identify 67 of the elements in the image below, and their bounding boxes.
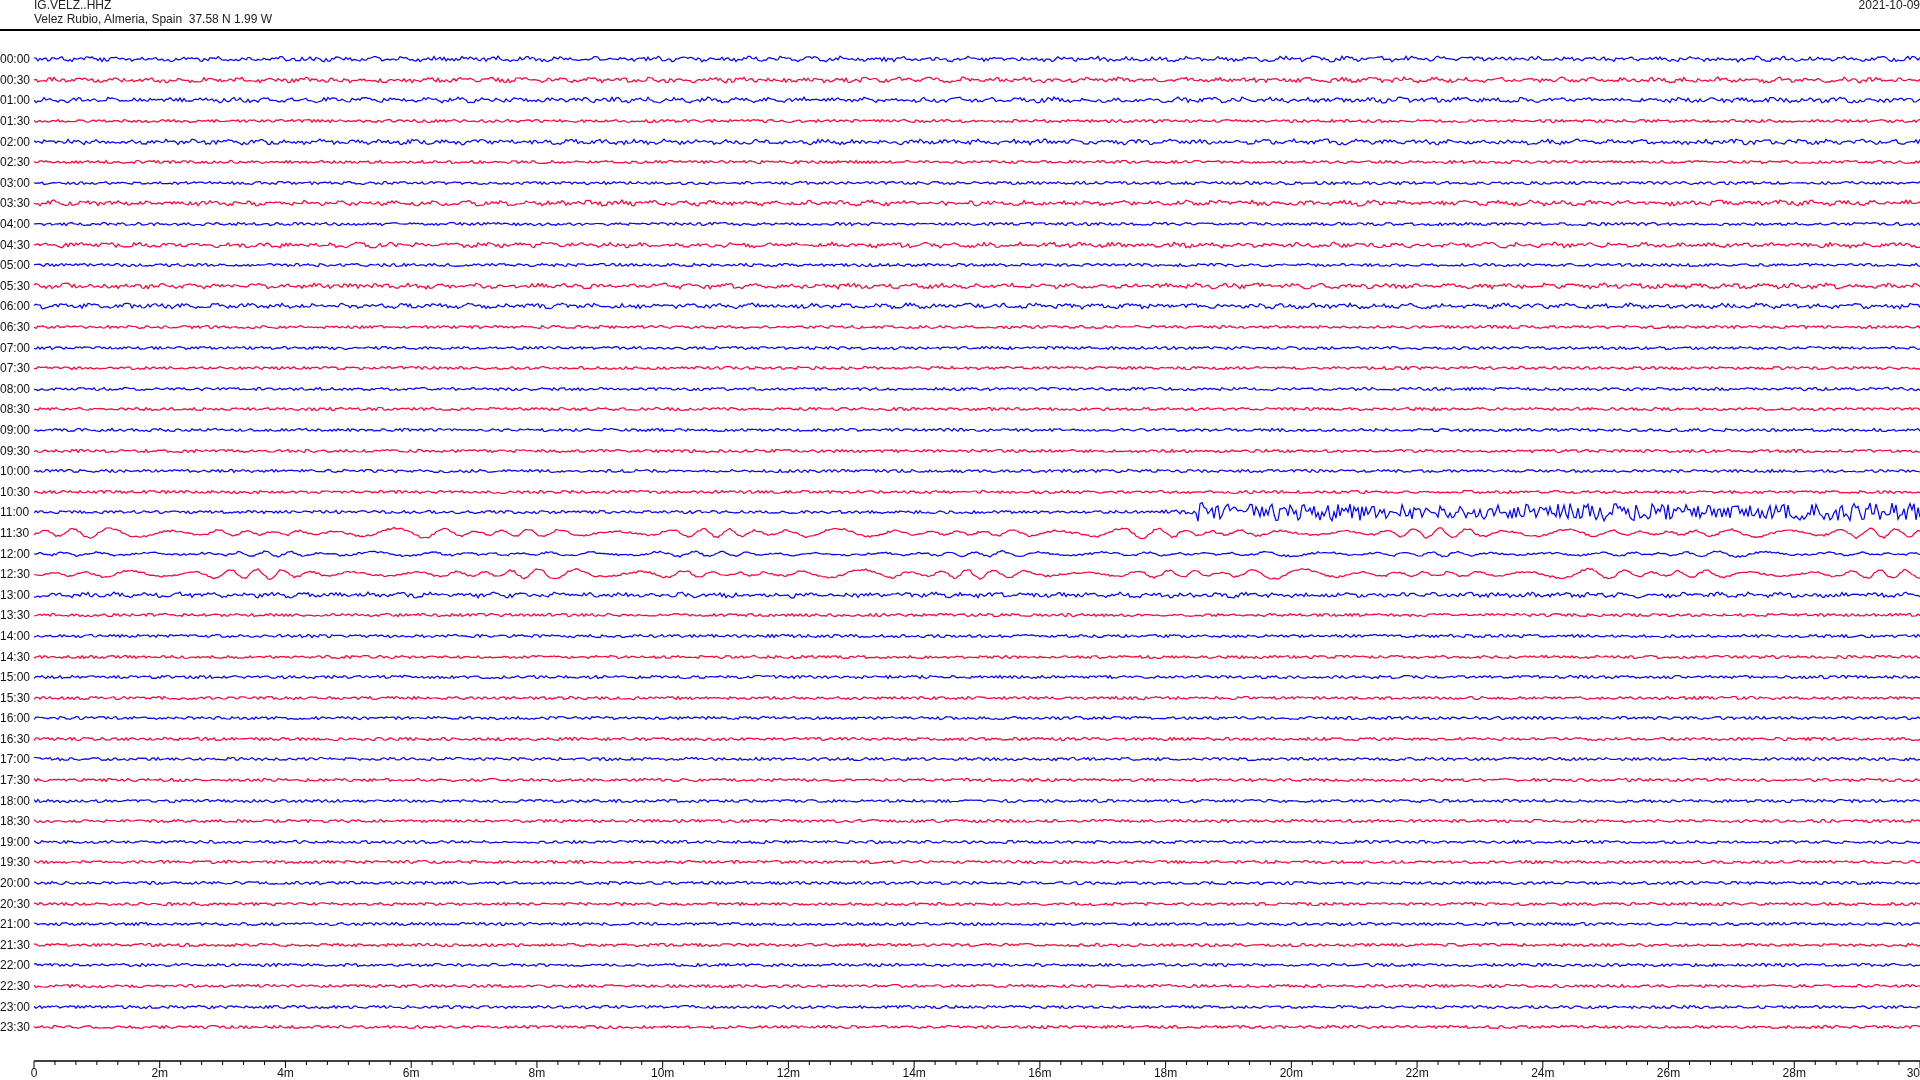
time-label: 06:30 xyxy=(0,320,32,334)
time-label: 09:00 xyxy=(0,423,32,437)
time-label: 02:30 xyxy=(0,155,32,170)
time-label: 11:30 xyxy=(0,525,31,540)
time-label: 03:00 xyxy=(0,175,32,190)
time-label: 19:00 xyxy=(0,834,32,849)
axis-label: 26m xyxy=(1656,1065,1681,1078)
time-label: 15:00 xyxy=(0,670,32,685)
time-label: 07:30 xyxy=(0,361,32,376)
axis-label: 16m xyxy=(1028,1065,1052,1078)
time-label: 21:00 xyxy=(0,917,32,932)
axis-label: 8m xyxy=(528,1065,546,1078)
time-label: 05:00 xyxy=(0,258,32,273)
time-label: 14:00 xyxy=(0,628,32,643)
time-label: 22:30 xyxy=(0,979,32,993)
station-location: Velez Rubio, Almeria, Spain 37.58 N 1.99 W xyxy=(34,12,273,26)
time-label: 02:00 xyxy=(0,134,32,149)
time-label: 08:30 xyxy=(0,402,32,417)
axis-label: 30 xyxy=(1906,1065,1920,1078)
time-label: 16:00 xyxy=(0,711,32,726)
time-label: 21:30 xyxy=(0,937,32,952)
axis-label: 24m xyxy=(1531,1065,1555,1078)
time-label: 23:00 xyxy=(0,999,32,1014)
time-label: 17:30 xyxy=(0,773,32,788)
axis-label: 12m xyxy=(776,1065,801,1078)
time-label: 12:30 xyxy=(0,567,32,582)
time-label: 04:30 xyxy=(0,237,32,252)
time-label: 10:30 xyxy=(0,484,32,499)
time-label: 12:00 xyxy=(0,546,32,561)
axis-label: 18m xyxy=(1153,1065,1178,1078)
time-label: 20:00 xyxy=(0,876,32,891)
time-label: 07:00 xyxy=(0,340,32,355)
axis-label: 10m xyxy=(651,1065,675,1078)
time-label: 20:30 xyxy=(0,896,32,911)
time-label: 18:00 xyxy=(0,793,32,808)
date-label: 2021-10-09 xyxy=(1858,0,1920,14)
axis-label: 0 xyxy=(30,1065,38,1078)
axis-label: 14m xyxy=(902,1065,926,1078)
axis-label: 4m xyxy=(277,1065,294,1078)
time-label: 00:30 xyxy=(0,72,32,87)
time-label: 13:30 xyxy=(0,608,32,623)
axis-label: 28m xyxy=(1782,1065,1806,1078)
time-label: 09:30 xyxy=(0,443,32,458)
axis-label: 22m xyxy=(1405,1065,1429,1078)
time-label: 11:00 xyxy=(0,505,31,520)
axis-label: 2m xyxy=(151,1065,169,1078)
time-label: 15:30 xyxy=(0,690,32,705)
time-label: 19:30 xyxy=(0,855,32,870)
station-code: IG.VELZ..HHZ xyxy=(34,0,113,12)
time-label: 06:00 xyxy=(0,299,32,314)
time-label: 01:00 xyxy=(0,93,32,108)
time-label: 01:30 xyxy=(0,114,32,129)
time-label: 17:00 xyxy=(0,752,32,767)
time-label: 13:00 xyxy=(0,587,32,602)
axis-label: 6m xyxy=(402,1065,420,1078)
time-label: 03:30 xyxy=(0,196,32,211)
axis-label: 20m xyxy=(1279,1065,1303,1078)
time-label: 00:00 xyxy=(0,52,32,67)
time-label: 23:30 xyxy=(0,1020,32,1035)
time-label: 04:00 xyxy=(0,217,32,232)
time-label: 22:00 xyxy=(0,958,32,973)
time-label: 10:00 xyxy=(0,464,32,479)
time-label: 14:30 xyxy=(0,649,32,664)
time-label: 16:30 xyxy=(0,731,32,746)
time-label: 08:00 xyxy=(0,381,32,396)
time-label: 05:30 xyxy=(0,278,32,293)
time-label: 18:30 xyxy=(0,814,32,829)
